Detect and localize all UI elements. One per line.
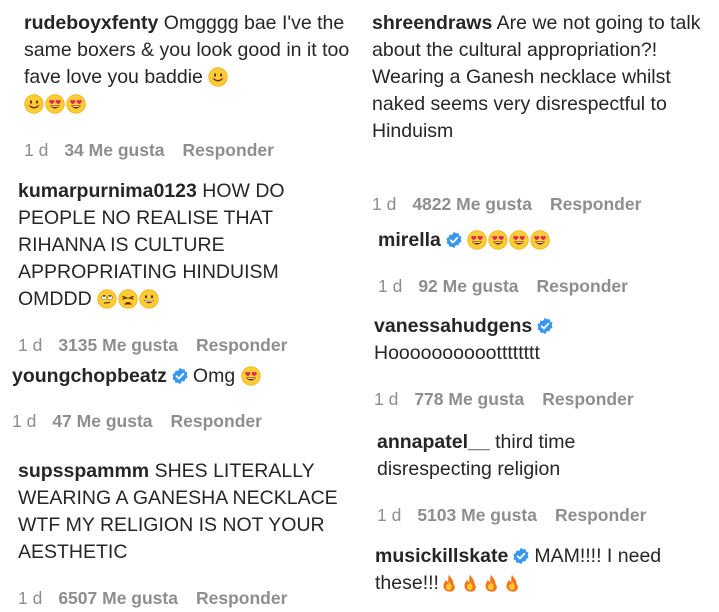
comment-kumarpurnima0123: kumarpurnima0123 HOW DO PEOPLE NO REALIS…: [18, 178, 328, 313]
comment-body: youngchopbeatz Omg: [12, 363, 352, 390]
verified-badge-icon: [167, 365, 193, 387]
comment-meta: 1 d 47 Me gusta Responder: [12, 411, 262, 432]
likes-button[interactable]: 34 Me gusta: [64, 140, 164, 161]
likes-button[interactable]: 778 Me gusta: [414, 389, 524, 410]
comment-time: 1 d: [12, 411, 37, 431]
comment-vanessahudgens: vanessahudgens Hooooooooootttttttt: [374, 313, 704, 367]
smiling-face-emoji-icon: [208, 66, 229, 88]
verified-badge-icon: [508, 545, 534, 567]
comment-username[interactable]: musickillskate: [375, 545, 508, 567]
fire-emoji-icon: [502, 572, 523, 594]
comment-meta: 1 d 4822 Me gusta Responder: [372, 194, 641, 215]
comment-annapatel: annapatel__ third time disrespecting rel…: [377, 429, 637, 483]
comment-time: 1 d: [377, 505, 402, 525]
comment-username[interactable]: mirella: [378, 229, 441, 251]
comment-meta: 1 d 92 Me gusta Responder: [378, 276, 628, 297]
comment-text: Hooooooooootttttttt: [374, 342, 540, 364]
comment-body: rudeboyxfenty Omgggg bae I've the same b…: [24, 10, 359, 118]
comment-meta: 1 d 778 Me gusta Responder: [374, 389, 634, 410]
likes-button[interactable]: 4822 Me gusta: [412, 194, 532, 215]
comment-time: 1 d: [378, 276, 403, 296]
comment-time: 1 d: [18, 335, 43, 355]
weary-emoji-icon: [118, 288, 139, 310]
heart-eyes-emoji-icon: [530, 229, 551, 251]
comment-username[interactable]: annapatel__: [377, 431, 490, 453]
reply-button[interactable]: Responder: [542, 389, 633, 410]
comment-text: Omg: [192, 365, 236, 387]
likes-button[interactable]: 47 Me gusta: [52, 411, 152, 432]
comment-body: vanessahudgens Hooooooooootttttttt: [374, 313, 704, 367]
smiling-face-emoji-icon: [24, 93, 45, 115]
comment-body: musickillskate MAM!!!! I need these!!!: [375, 543, 715, 597]
reply-button[interactable]: Responder: [555, 505, 646, 526]
heart-eyes-emoji-icon: [45, 93, 66, 115]
likes-button[interactable]: 3135 Me gusta: [58, 335, 178, 356]
comment-shreendraws: shreendraws Are we not going to talk abo…: [372, 10, 712, 145]
likes-button[interactable]: 6507 Me gusta: [58, 588, 178, 609]
comment-time: 1 d: [18, 588, 43, 608]
fire-emoji-icon: [439, 572, 460, 594]
reply-button[interactable]: Responder: [196, 588, 287, 609]
comment-supsspammm: supsspammm SHES LITERALLY WEARING A GANE…: [18, 458, 353, 566]
comment-body: shreendraws Are we not going to talk abo…: [372, 10, 712, 145]
comment-body: mirella: [378, 227, 698, 254]
comment-time: 1 d: [372, 194, 397, 214]
reply-button[interactable]: Responder: [196, 335, 287, 356]
comment-body: supsspammm SHES LITERALLY WEARING A GANE…: [18, 458, 353, 566]
fire-emoji-icon: [460, 572, 481, 594]
likes-button[interactable]: 92 Me gusta: [418, 276, 518, 297]
comment-username[interactable]: youngchopbeatz: [12, 365, 167, 387]
verified-badge-icon: [441, 229, 467, 251]
reply-button[interactable]: Responder: [171, 411, 262, 432]
comment-meta: 1 d 34 Me gusta Responder: [24, 140, 274, 161]
heart-eyes-emoji-icon: [509, 229, 530, 251]
reply-button[interactable]: Responder: [550, 194, 641, 215]
heart-eyes-emoji-icon: [488, 229, 509, 251]
comment-rudeboyxfenty: rudeboyxfenty Omgggg bae I've the same b…: [24, 10, 359, 118]
comment-mirella: mirella: [378, 227, 698, 254]
heart-eyes-emoji-icon: [241, 365, 262, 387]
grinning-emoji-icon: [139, 288, 160, 310]
comment-meta: 1 d 5103 Me gusta Responder: [377, 505, 646, 526]
reply-button[interactable]: Responder: [537, 276, 628, 297]
comment-body: annapatel__ third time disrespecting rel…: [377, 429, 637, 483]
comment-meta: 1 d 6507 Me gusta Responder: [18, 588, 287, 609]
verified-badge-icon: [532, 315, 558, 337]
comment-username[interactable]: rudeboyxfenty: [24, 12, 158, 34]
fire-emoji-icon: [481, 572, 502, 594]
likes-button[interactable]: 5103 Me gusta: [417, 505, 537, 526]
comment-time: 1 d: [374, 389, 399, 409]
comment-time: 1 d: [24, 140, 49, 160]
comment-username[interactable]: supsspammm: [18, 460, 149, 482]
heart-eyes-emoji-icon: [66, 93, 87, 115]
comment-body: kumarpurnima0123 HOW DO PEOPLE NO REALIS…: [18, 178, 328, 313]
reply-button[interactable]: Responder: [183, 140, 274, 161]
comment-youngchopbeatz: youngchopbeatz Omg: [12, 363, 352, 390]
heart-eyes-emoji-icon: [467, 229, 488, 251]
comment-username[interactable]: vanessahudgens: [374, 315, 532, 337]
comment-musickillskate: musickillskate MAM!!!! I need these!!!: [375, 543, 715, 597]
comment-username[interactable]: kumarpurnima0123: [18, 180, 197, 202]
comment-meta: 1 d 3135 Me gusta Responder: [18, 335, 287, 356]
comment-username[interactable]: shreendraws: [372, 12, 492, 34]
eye-roll-emoji-icon: [97, 288, 118, 310]
